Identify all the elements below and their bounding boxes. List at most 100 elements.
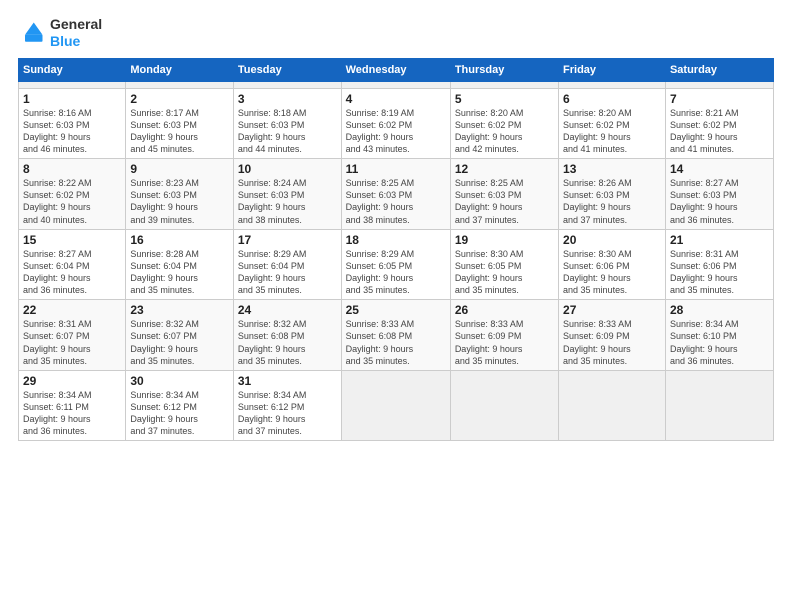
day-number: 27 bbox=[563, 303, 661, 317]
calendar-week-0 bbox=[19, 81, 774, 88]
day-number: 25 bbox=[346, 303, 446, 317]
day-info: Sunrise: 8:24 AM Sunset: 6:03 PM Dayligh… bbox=[238, 177, 337, 226]
day-number: 17 bbox=[238, 233, 337, 247]
calendar-week-4: 22Sunrise: 8:31 AM Sunset: 6:07 PM Dayli… bbox=[19, 300, 774, 371]
col-header-tuesday: Tuesday bbox=[233, 58, 341, 81]
calendar-cell: 30Sunrise: 8:34 AM Sunset: 6:12 PM Dayli… bbox=[126, 370, 234, 441]
day-info: Sunrise: 8:20 AM Sunset: 6:02 PM Dayligh… bbox=[563, 107, 661, 156]
calendar-cell bbox=[450, 370, 558, 441]
calendar-week-3: 15Sunrise: 8:27 AM Sunset: 6:04 PM Dayli… bbox=[19, 229, 774, 300]
day-info: Sunrise: 8:16 AM Sunset: 6:03 PM Dayligh… bbox=[23, 107, 121, 156]
calendar-cell: 27Sunrise: 8:33 AM Sunset: 6:09 PM Dayli… bbox=[559, 300, 666, 371]
calendar-week-5: 29Sunrise: 8:34 AM Sunset: 6:11 PM Dayli… bbox=[19, 370, 774, 441]
calendar-cell bbox=[126, 81, 234, 88]
day-number: 2 bbox=[130, 92, 229, 106]
calendar-cell: 5Sunrise: 8:20 AM Sunset: 6:02 PM Daylig… bbox=[450, 88, 558, 159]
day-info: Sunrise: 8:31 AM Sunset: 6:06 PM Dayligh… bbox=[670, 248, 769, 297]
day-number: 22 bbox=[23, 303, 121, 317]
day-number: 28 bbox=[670, 303, 769, 317]
day-info: Sunrise: 8:34 AM Sunset: 6:12 PM Dayligh… bbox=[238, 389, 337, 438]
day-number: 10 bbox=[238, 162, 337, 176]
col-header-wednesday: Wednesday bbox=[341, 58, 450, 81]
calendar-cell: 22Sunrise: 8:31 AM Sunset: 6:07 PM Dayli… bbox=[19, 300, 126, 371]
calendar-cell: 9Sunrise: 8:23 AM Sunset: 6:03 PM Daylig… bbox=[126, 159, 234, 230]
day-number: 20 bbox=[563, 233, 661, 247]
day-number: 30 bbox=[130, 374, 229, 388]
calendar-cell bbox=[233, 81, 341, 88]
day-info: Sunrise: 8:29 AM Sunset: 6:04 PM Dayligh… bbox=[238, 248, 337, 297]
calendar-cell: 15Sunrise: 8:27 AM Sunset: 6:04 PM Dayli… bbox=[19, 229, 126, 300]
day-number: 18 bbox=[346, 233, 446, 247]
day-number: 16 bbox=[130, 233, 229, 247]
calendar-week-1: 1Sunrise: 8:16 AM Sunset: 6:03 PM Daylig… bbox=[19, 88, 774, 159]
day-number: 1 bbox=[23, 92, 121, 106]
calendar-cell: 20Sunrise: 8:30 AM Sunset: 6:06 PM Dayli… bbox=[559, 229, 666, 300]
day-info: Sunrise: 8:23 AM Sunset: 6:03 PM Dayligh… bbox=[130, 177, 229, 226]
logo-icon bbox=[18, 19, 46, 47]
calendar-cell: 2Sunrise: 8:17 AM Sunset: 6:03 PM Daylig… bbox=[126, 88, 234, 159]
day-info: Sunrise: 8:33 AM Sunset: 6:09 PM Dayligh… bbox=[563, 318, 661, 367]
calendar-cell: 13Sunrise: 8:26 AM Sunset: 6:03 PM Dayli… bbox=[559, 159, 666, 230]
calendar-cell: 29Sunrise: 8:34 AM Sunset: 6:11 PM Dayli… bbox=[19, 370, 126, 441]
day-number: 9 bbox=[130, 162, 229, 176]
col-header-saturday: Saturday bbox=[665, 58, 773, 81]
day-number: 8 bbox=[23, 162, 121, 176]
calendar-cell: 31Sunrise: 8:34 AM Sunset: 6:12 PM Dayli… bbox=[233, 370, 341, 441]
day-number: 4 bbox=[346, 92, 446, 106]
day-number: 23 bbox=[130, 303, 229, 317]
page: General Blue SundayMondayTuesdayWednesda… bbox=[0, 0, 792, 612]
calendar-cell bbox=[341, 370, 450, 441]
day-number: 19 bbox=[455, 233, 554, 247]
calendar-cell: 26Sunrise: 8:33 AM Sunset: 6:09 PM Dayli… bbox=[450, 300, 558, 371]
day-number: 24 bbox=[238, 303, 337, 317]
day-info: Sunrise: 8:30 AM Sunset: 6:06 PM Dayligh… bbox=[563, 248, 661, 297]
day-number: 21 bbox=[670, 233, 769, 247]
day-info: Sunrise: 8:33 AM Sunset: 6:08 PM Dayligh… bbox=[346, 318, 446, 367]
col-header-monday: Monday bbox=[126, 58, 234, 81]
col-header-thursday: Thursday bbox=[450, 58, 558, 81]
day-info: Sunrise: 8:34 AM Sunset: 6:12 PM Dayligh… bbox=[130, 389, 229, 438]
calendar-cell bbox=[341, 81, 450, 88]
day-info: Sunrise: 8:19 AM Sunset: 6:02 PM Dayligh… bbox=[346, 107, 446, 156]
day-number: 12 bbox=[455, 162, 554, 176]
calendar-cell: 18Sunrise: 8:29 AM Sunset: 6:05 PM Dayli… bbox=[341, 229, 450, 300]
header: General Blue bbox=[18, 16, 774, 50]
calendar-cell: 17Sunrise: 8:29 AM Sunset: 6:04 PM Dayli… bbox=[233, 229, 341, 300]
day-info: Sunrise: 8:18 AM Sunset: 6:03 PM Dayligh… bbox=[238, 107, 337, 156]
calendar-cell bbox=[19, 81, 126, 88]
logo: General Blue bbox=[18, 16, 102, 50]
calendar-cell: 6Sunrise: 8:20 AM Sunset: 6:02 PM Daylig… bbox=[559, 88, 666, 159]
calendar-cell bbox=[665, 81, 773, 88]
day-number: 6 bbox=[563, 92, 661, 106]
day-info: Sunrise: 8:34 AM Sunset: 6:10 PM Dayligh… bbox=[670, 318, 769, 367]
calendar-cell: 10Sunrise: 8:24 AM Sunset: 6:03 PM Dayli… bbox=[233, 159, 341, 230]
col-header-friday: Friday bbox=[559, 58, 666, 81]
calendar-cell: 11Sunrise: 8:25 AM Sunset: 6:03 PM Dayli… bbox=[341, 159, 450, 230]
day-info: Sunrise: 8:32 AM Sunset: 6:08 PM Dayligh… bbox=[238, 318, 337, 367]
day-number: 14 bbox=[670, 162, 769, 176]
day-number: 31 bbox=[238, 374, 337, 388]
day-info: Sunrise: 8:22 AM Sunset: 6:02 PM Dayligh… bbox=[23, 177, 121, 226]
calendar-cell: 16Sunrise: 8:28 AM Sunset: 6:04 PM Dayli… bbox=[126, 229, 234, 300]
calendar-cell: 28Sunrise: 8:34 AM Sunset: 6:10 PM Dayli… bbox=[665, 300, 773, 371]
calendar-week-2: 8Sunrise: 8:22 AM Sunset: 6:02 PM Daylig… bbox=[19, 159, 774, 230]
day-number: 29 bbox=[23, 374, 121, 388]
calendar-cell: 21Sunrise: 8:31 AM Sunset: 6:06 PM Dayli… bbox=[665, 229, 773, 300]
calendar-cell: 8Sunrise: 8:22 AM Sunset: 6:02 PM Daylig… bbox=[19, 159, 126, 230]
calendar-table: SundayMondayTuesdayWednesdayThursdayFrid… bbox=[18, 58, 774, 442]
day-info: Sunrise: 8:26 AM Sunset: 6:03 PM Dayligh… bbox=[563, 177, 661, 226]
calendar-cell bbox=[665, 370, 773, 441]
day-info: Sunrise: 8:30 AM Sunset: 6:05 PM Dayligh… bbox=[455, 248, 554, 297]
calendar-cell bbox=[450, 81, 558, 88]
day-info: Sunrise: 8:27 AM Sunset: 6:03 PM Dayligh… bbox=[670, 177, 769, 226]
day-info: Sunrise: 8:29 AM Sunset: 6:05 PM Dayligh… bbox=[346, 248, 446, 297]
day-info: Sunrise: 8:28 AM Sunset: 6:04 PM Dayligh… bbox=[130, 248, 229, 297]
calendar-header-row: SundayMondayTuesdayWednesdayThursdayFrid… bbox=[19, 58, 774, 81]
day-info: Sunrise: 8:31 AM Sunset: 6:07 PM Dayligh… bbox=[23, 318, 121, 367]
day-info: Sunrise: 8:20 AM Sunset: 6:02 PM Dayligh… bbox=[455, 107, 554, 156]
day-info: Sunrise: 8:32 AM Sunset: 6:07 PM Dayligh… bbox=[130, 318, 229, 367]
calendar-cell: 1Sunrise: 8:16 AM Sunset: 6:03 PM Daylig… bbox=[19, 88, 126, 159]
day-info: Sunrise: 8:27 AM Sunset: 6:04 PM Dayligh… bbox=[23, 248, 121, 297]
calendar-cell: 12Sunrise: 8:25 AM Sunset: 6:03 PM Dayli… bbox=[450, 159, 558, 230]
calendar-cell: 7Sunrise: 8:21 AM Sunset: 6:02 PM Daylig… bbox=[665, 88, 773, 159]
